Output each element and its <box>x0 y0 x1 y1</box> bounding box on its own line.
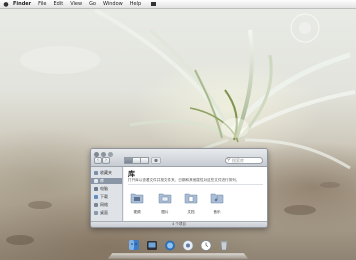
trash-icon[interactable] <box>218 239 230 252</box>
sidebar-item-favorites[interactable]: 收藏夹 <box>94 170 112 176</box>
back-button[interactable]: ‹ <box>94 157 102 164</box>
finder-icon[interactable] <box>128 239 140 252</box>
folder-music-icon <box>210 193 224 204</box>
folder-documents-icon <box>184 193 198 204</box>
sidebar-item-downloads[interactable]: 下载 <box>94 194 108 200</box>
search-icon: ⚲ <box>227 157 231 163</box>
divider <box>128 184 263 185</box>
sidebar-item-label: 收藏夹 <box>100 170 112 175</box>
finder-window: ‹ › ⚲ 搜索库 收藏夹 库 电脑 下载 网络 桌面 库 打开库以查看文件并按… <box>90 148 268 228</box>
column-view-button[interactable] <box>140 157 149 164</box>
menubar-status-icon[interactable] <box>151 2 157 6</box>
media-icon[interactable] <box>146 239 158 252</box>
sidebar: 收藏夹 库 电脑 下载 网络 桌面 <box>91 167 123 223</box>
clock-icon[interactable] <box>200 239 212 252</box>
folder-pictures-icon <box>158 193 172 204</box>
status-text: 4 个项目 <box>172 222 186 226</box>
library-description: 打开库以查看文件并按文件夹、日期和其他属性对这些文件进行排列。 <box>128 178 240 182</box>
settings-icon[interactable] <box>182 239 194 252</box>
view-mode-group <box>124 157 149 164</box>
dock <box>107 253 249 259</box>
forward-button[interactable]: › <box>102 157 110 164</box>
sidebar-item-label: 桌面 <box>100 210 108 215</box>
menu-item-go[interactable]: Go <box>89 1 96 7</box>
apple-menu-icon[interactable]: ● <box>3 1 9 8</box>
menu-item-edit[interactable]: Edit <box>54 1 64 7</box>
sidebar-item-computer[interactable]: 电脑 <box>94 186 108 192</box>
chevron-left-icon: ‹ <box>97 157 99 163</box>
sidebar-item-label: 库 <box>100 178 104 183</box>
folder-music[interactable]: 音乐 <box>208 189 226 215</box>
menu-item-view[interactable]: View <box>70 1 82 7</box>
menu-item-file[interactable]: File <box>38 1 46 7</box>
folder-video-icon <box>130 193 144 204</box>
folder-label: 视频 <box>133 210 141 214</box>
star-icon <box>94 171 98 175</box>
download-icon <box>94 195 98 199</box>
sidebar-item-desktop[interactable]: 桌面 <box>94 210 108 216</box>
menu-item-finder[interactable]: Finder <box>13 1 31 7</box>
sidebar-item-library[interactable]: 库 <box>91 178 122 184</box>
search-placeholder: 搜索库 <box>232 158 244 163</box>
folder-pictures[interactable]: 图片 <box>156 189 174 215</box>
computer-icon <box>94 187 98 191</box>
window-toolbar: ‹ › ⚲ 搜索库 <box>91 149 267 167</box>
status-bar: 4 个项目 <box>91 221 267 227</box>
desktop-icon <box>94 211 98 215</box>
menu-item-help[interactable]: Help <box>130 1 141 7</box>
action-gear-icon[interactable] <box>151 157 161 164</box>
globe-icon[interactable] <box>164 239 176 252</box>
folder-videos[interactable]: 视频 <box>128 189 146 215</box>
sidebar-item-label: 网络 <box>100 202 108 207</box>
sidebar-item-label: 电脑 <box>100 186 108 191</box>
folder-label: 音乐 <box>213 210 221 214</box>
sidebar-item-network[interactable]: 网络 <box>94 202 108 208</box>
network-icon <box>94 203 98 207</box>
search-field[interactable]: ⚲ 搜索库 <box>225 157 263 164</box>
folder-label: 文档 <box>187 210 195 214</box>
menu-bar: ● Finder File Edit View Go Window Help <box>0 0 356 9</box>
chevron-right-icon: › <box>105 157 107 163</box>
library-icon <box>94 179 98 183</box>
folder-label: 图片 <box>161 210 169 214</box>
library-content: 库 打开库以查看文件并按文件夹、日期和其他属性对这些文件进行排列。 视频 图片 … <box>124 167 267 223</box>
folder-documents[interactable]: 文档 <box>182 189 200 215</box>
sidebar-item-label: 下载 <box>100 194 108 199</box>
menu-item-window[interactable]: Window <box>103 1 123 7</box>
